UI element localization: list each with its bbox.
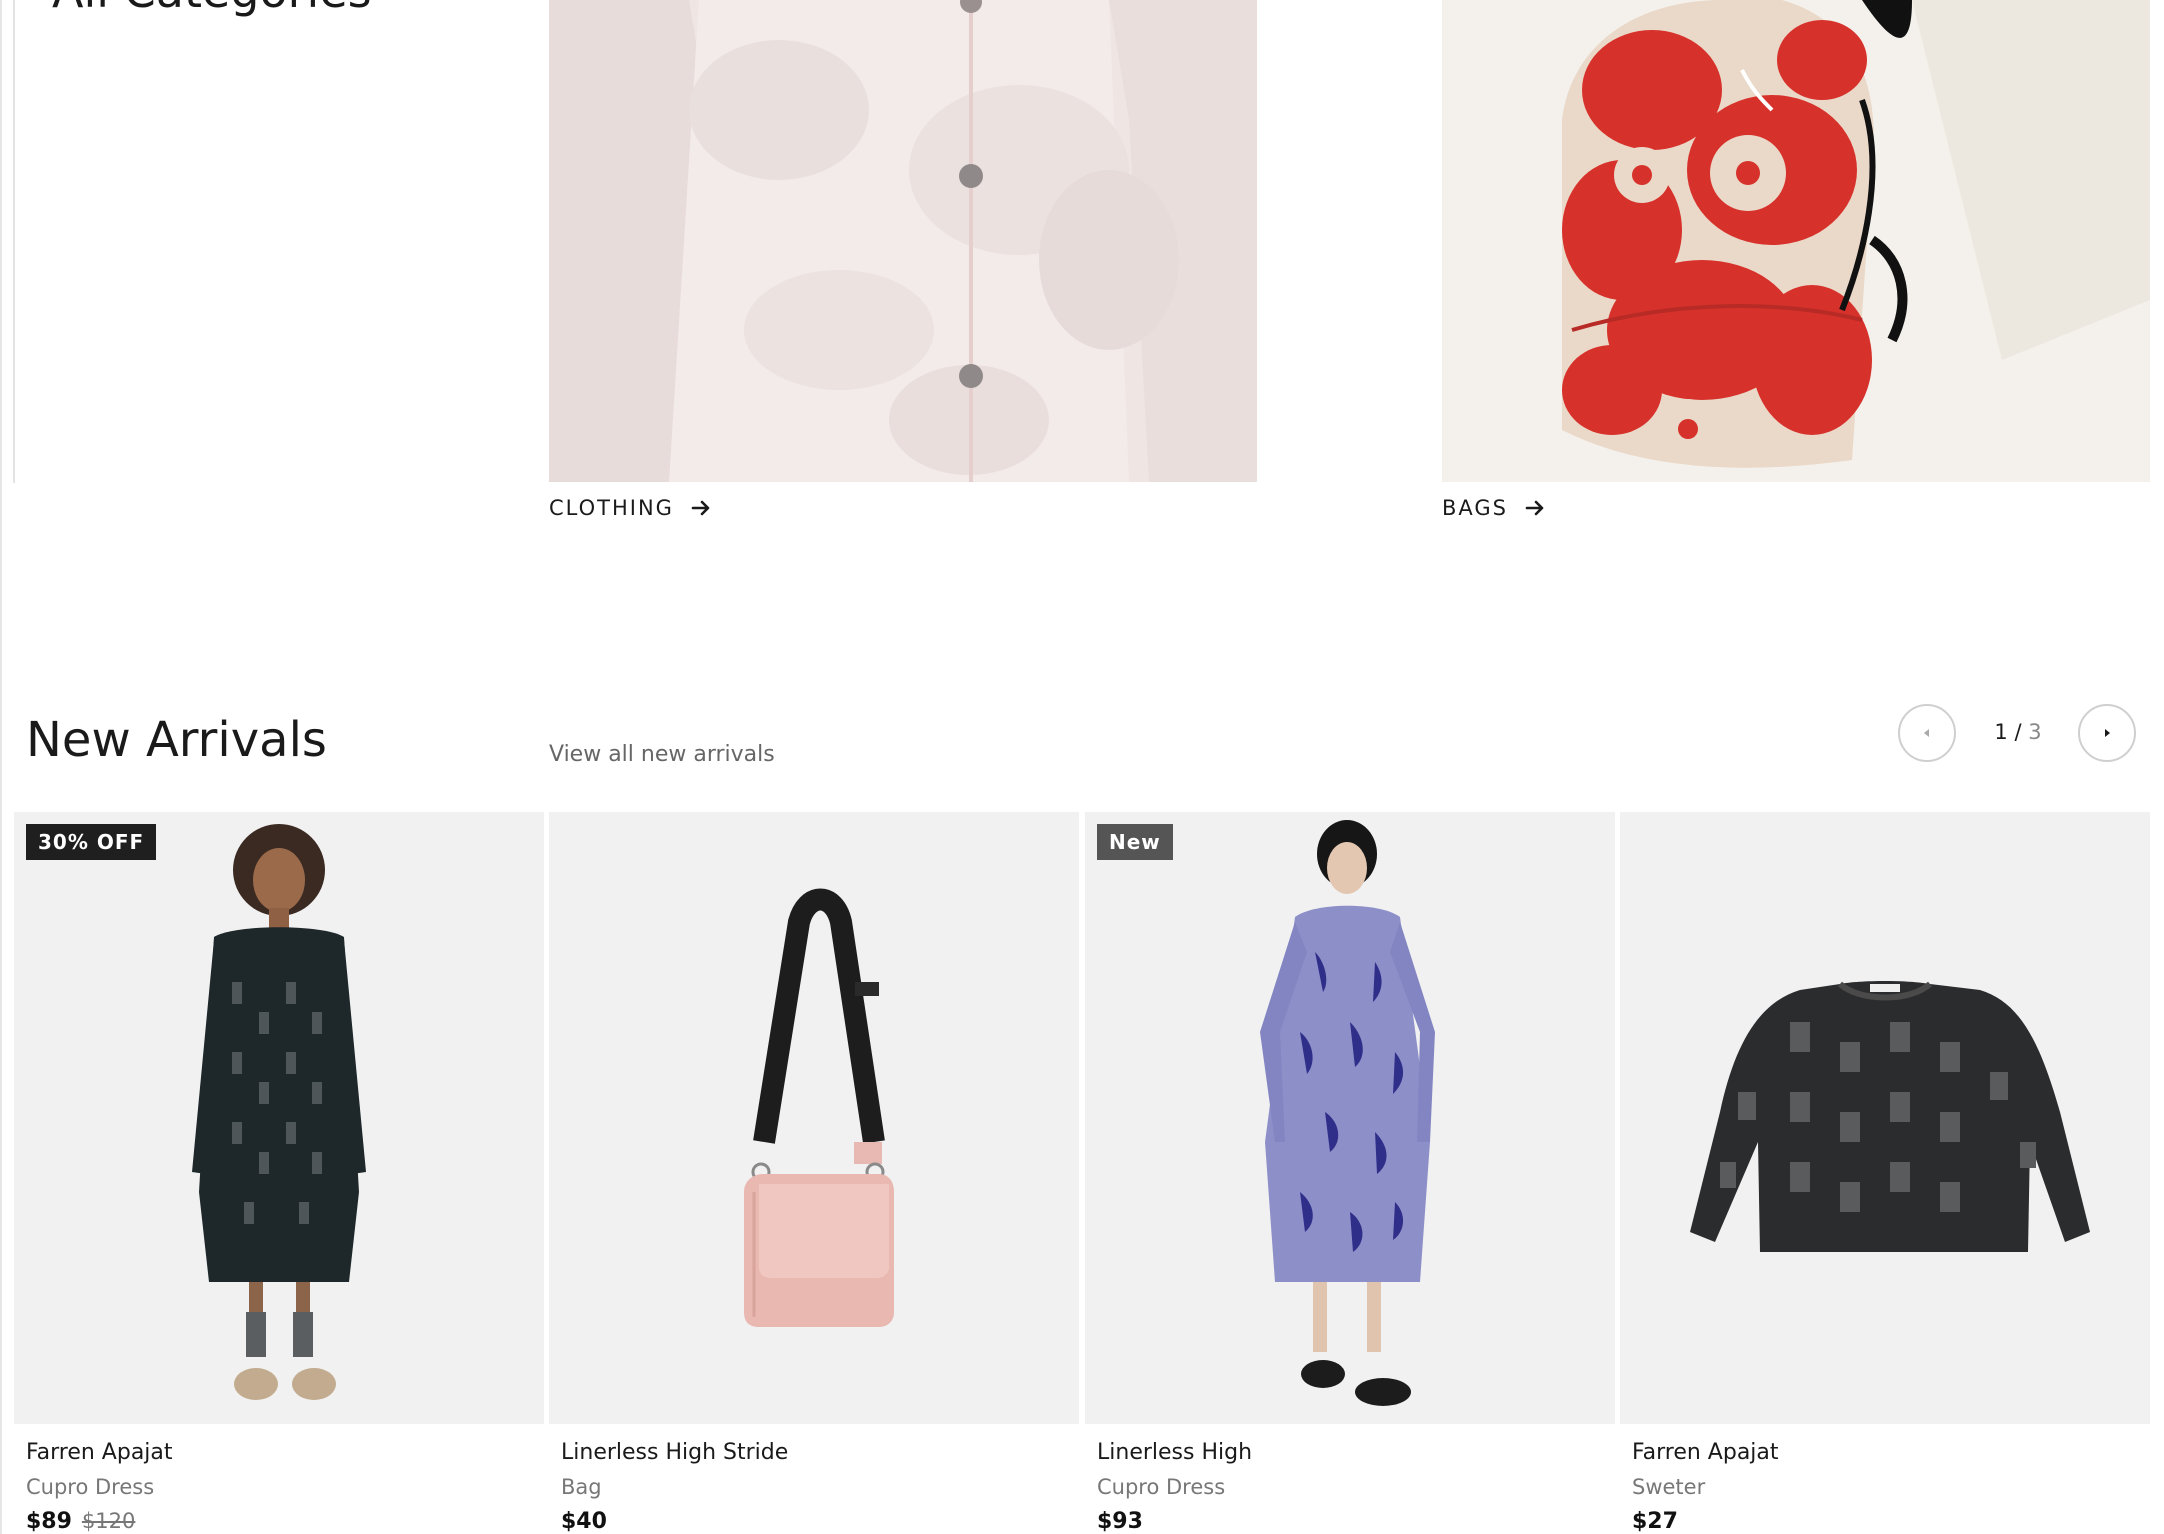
product-image[interactable]: [549, 812, 1079, 1424]
dress-model-image: [192, 824, 366, 1400]
pager-current: 1: [1994, 720, 2008, 744]
product-card[interactable]: 30% OFF Farren Apajat Cupro Dress $89 $12…: [14, 812, 544, 1534]
category-link-bags[interactable]: BAGS: [1442, 496, 2150, 520]
product-name[interactable]: Linerless High Stride: [561, 1440, 1079, 1465]
product-name[interactable]: Farren Apajat: [1632, 1440, 2150, 1465]
product-type: Sweter: [1632, 1475, 1706, 1499]
product-image[interactable]: 30% OFF: [14, 812, 544, 1424]
arrow-right-icon: [691, 500, 710, 516]
clothing-jacket-image: [549, 0, 1257, 482]
new-badge: New: [1097, 824, 1173, 860]
product-type: Bag: [561, 1475, 602, 1499]
pager-total: 3: [2028, 720, 2042, 744]
category-image-bags[interactable]: [1442, 0, 2150, 482]
product-type: Cupro Dress: [26, 1475, 155, 1499]
original-price: $120: [81, 1509, 136, 1533]
view-all-new-arrivals-link[interactable]: View all new arrivals: [549, 742, 775, 767]
categories-divider: [13, 0, 15, 483]
product-price: $89 $120: [26, 1509, 544, 1534]
product-name[interactable]: Linerless High: [1097, 1440, 1615, 1465]
next-page-button[interactable]: [2078, 704, 2136, 762]
blue-dress-model-image: [1260, 820, 1435, 1406]
category-image-clothing[interactable]: [549, 0, 1257, 482]
bags-backpack-image: [1442, 0, 2150, 482]
category-link-clothing[interactable]: CLOTHING: [549, 496, 1257, 520]
pager-separator: /: [2007, 720, 2029, 744]
product-card[interactable]: Linerless High Stride Bag $40: [549, 812, 1079, 1534]
category-label-clothing: CLOTHING: [549, 496, 674, 520]
pager-indicator: 1 / 3: [1988, 720, 2048, 744]
product-name[interactable]: Farren Apajat: [26, 1440, 544, 1465]
sweater-image: [1690, 981, 2090, 1252]
all-categories-title: All Categories: [52, 0, 372, 18]
category-card-bags[interactable]: BAGS: [1442, 0, 2150, 520]
product-type: Cupro Dress: [1097, 1475, 1226, 1499]
chevron-left-icon: [1924, 729, 1929, 737]
product-card[interactable]: New Linerless High Cupro Dress $93: [1085, 812, 1615, 1534]
product-price: $27: [1632, 1509, 1678, 1534]
bag-image: [744, 888, 894, 1327]
product-price: $40: [561, 1509, 607, 1534]
prev-page-button[interactable]: [1898, 704, 1956, 762]
product-card[interactable]: Farren Apajat Sweter $27: [1620, 812, 2150, 1534]
category-label-bags: BAGS: [1442, 496, 1509, 520]
chevron-right-icon: [2105, 729, 2110, 737]
sale-badge: 30% OFF: [26, 824, 157, 860]
product-price: $93: [1097, 1509, 1143, 1534]
new-arrivals-title: New Arrivals: [26, 712, 327, 768]
product-image[interactable]: [1620, 812, 2150, 1424]
product-image[interactable]: New: [1085, 812, 1615, 1424]
arrow-right-icon: [1525, 500, 1544, 516]
current-price: $89: [26, 1509, 72, 1534]
category-card-clothing[interactable]: CLOTHING: [549, 0, 1257, 520]
page-edge: [0, 0, 2, 1534]
